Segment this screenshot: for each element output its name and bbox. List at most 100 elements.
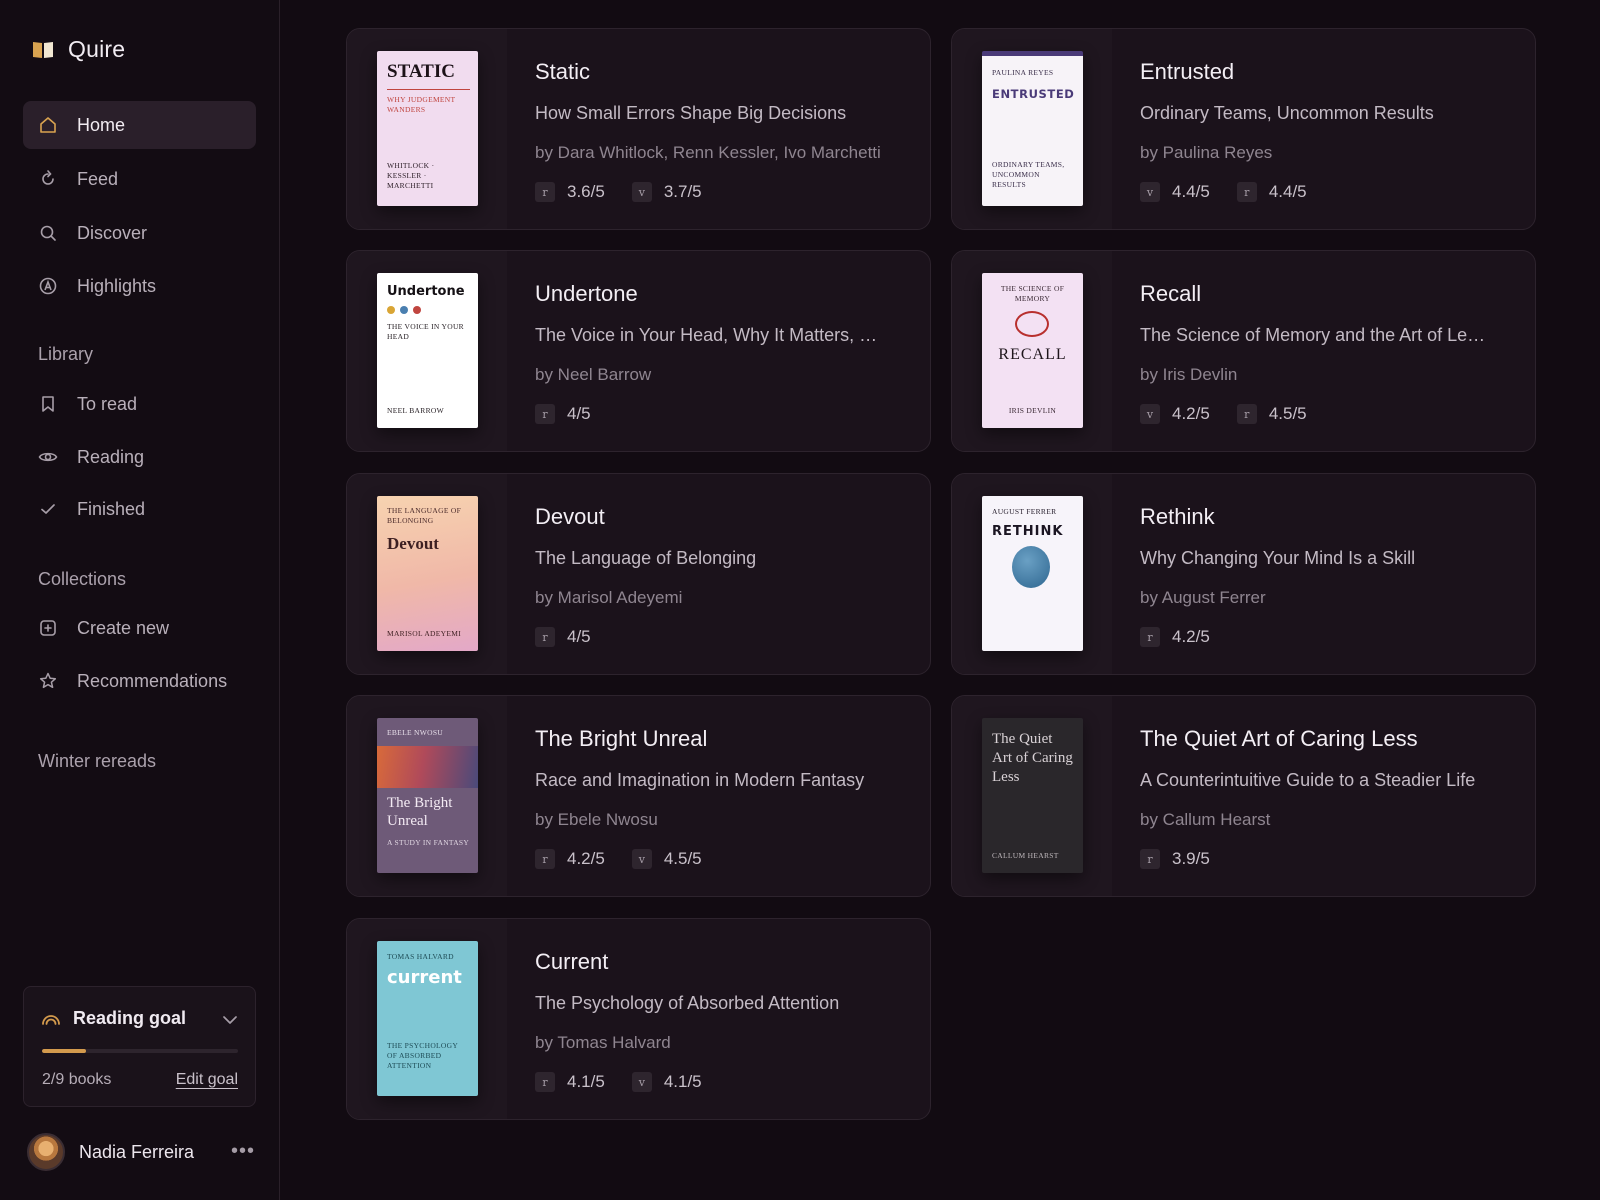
- book-card-quiet-art[interactable]: The Quiet Art of Caring Less CALLUM HEAR…: [951, 695, 1536, 897]
- nav-feed[interactable]: Feed: [23, 155, 256, 203]
- nav-highlights[interactable]: Highlights: [23, 262, 256, 310]
- book-cover: AUGUST FERRER RETHINK: [982, 496, 1083, 651]
- book-card-undertone[interactable]: Undertone THE VOICE IN YOUR HEAD NEEL BA…: [346, 250, 931, 452]
- search-icon: [40, 225, 56, 241]
- nav-label: To read: [77, 393, 138, 414]
- book-author: by August Ferrer: [1140, 588, 1266, 607]
- ratings: r 4.2/5: [1140, 627, 1210, 647]
- book-cover: TOMAS HALVARD current THE PSYCHOLOGY OF …: [377, 941, 478, 1096]
- gradient-band: [377, 746, 478, 788]
- colored-dots: [387, 306, 470, 314]
- nav-home[interactable]: Home: [23, 101, 256, 149]
- book-author: by Marisol Adeyemi: [535, 588, 683, 607]
- nav-label: Discover: [77, 222, 148, 243]
- book-subtitle: How Small Errors Shape Big Decisions: [535, 103, 847, 123]
- book-subtitle: The Science of Memory and the Art of Le…: [1140, 325, 1486, 345]
- book-subtitle: The Language of Belonging: [535, 548, 757, 568]
- book-card-devout[interactable]: THE LANGUAGE OF BELONGING Devout MARISOL…: [346, 473, 931, 675]
- nav-create-collection[interactable]: Create new: [23, 604, 256, 652]
- user-profile[interactable]: Nadia Ferreira •••: [27, 1132, 255, 1172]
- ratings: v 4.4/5 r 4.4/5: [1140, 182, 1307, 202]
- collections-heading: Collections: [38, 569, 127, 589]
- nav-reading[interactable]: Reading: [23, 433, 256, 481]
- edit-goal-link[interactable]: Edit goal: [176, 1071, 238, 1089]
- collection-winter-rereads[interactable]: Winter rereads: [38, 751, 156, 772]
- rating-source-icon: v: [1140, 182, 1160, 202]
- book-subtitle: Ordinary Teams, Uncommon Results: [1140, 103, 1434, 123]
- book-card-recall[interactable]: THE SCIENCE OF MEMORY RECALL IRIS DEVLIN…: [951, 250, 1536, 452]
- ratings: r 4.2/5 v 4.5/5: [535, 849, 702, 869]
- nav-label: Feed: [77, 168, 119, 189]
- sidebar: Quire Home Feed Discover Highlights Libr…: [0, 0, 280, 1200]
- nav-label: Highlights: [77, 275, 157, 296]
- book-author: by Ebele Nwosu: [535, 810, 658, 829]
- book-author: by Neel Barrow: [535, 365, 652, 384]
- book-card-bright-unreal[interactable]: EBELE NWOSU The Bright Unreal A STUDY IN…: [346, 695, 931, 897]
- blob-shape: [1012, 546, 1050, 588]
- book-subtitle: The Voice in Your Head, Why It Matters, …: [535, 325, 878, 345]
- rating-source-icon: v: [631, 849, 652, 869]
- rating-source-icon: v: [1140, 404, 1160, 424]
- book-title: Undertone: [535, 281, 638, 306]
- app-name: Quire: [68, 36, 126, 62]
- book-author: by Iris Devlin: [1140, 365, 1238, 384]
- brand[interactable]: Quire: [32, 36, 125, 63]
- rating-value: 4.4/5: [1172, 182, 1210, 201]
- rating-value: 3.6/5: [567, 182, 605, 201]
- book-title: Static: [535, 59, 591, 84]
- book-title: Recall: [1140, 281, 1202, 306]
- goal-count: 2/9 books: [42, 1071, 112, 1088]
- ratings: v 4.2/5 r 4.5/5: [1140, 404, 1307, 424]
- book-cover: THE LANGUAGE OF BELONGING Devout MARISOL…: [377, 496, 478, 651]
- nav-discover[interactable]: Discover: [23, 209, 256, 257]
- goal-progress-bar: [42, 1049, 238, 1053]
- nav-label: Recommendations: [77, 670, 228, 691]
- book-card-rethink[interactable]: AUGUST FERRER RETHINK Rethink Why Changi…: [951, 473, 1536, 675]
- chevron-down-icon[interactable]: [221, 1011, 239, 1029]
- avatar[interactable]: [27, 1133, 65, 1171]
- rating-source-icon: r: [535, 849, 555, 869]
- nav-label: Home: [77, 114, 126, 135]
- book-title: Current: [535, 949, 609, 974]
- rating-source-icon: r: [535, 182, 555, 202]
- rating-value: 4/5: [567, 404, 591, 423]
- user-name: Nadia Ferreira: [79, 1141, 195, 1162]
- nav-to-read[interactable]: To read: [23, 380, 256, 428]
- refresh-icon: [42, 170, 54, 185]
- rating-value: 4.1/5: [567, 1072, 605, 1091]
- ratings: r 3.6/5 v 3.7/5: [535, 182, 702, 202]
- nav-label: Finished: [77, 498, 146, 519]
- book-title: Rethink: [1140, 504, 1215, 529]
- rating-value: 3.7/5: [663, 182, 702, 201]
- highlight-icon: [39, 277, 57, 295]
- ratings: r 3.9/5: [1140, 849, 1210, 869]
- book-title: The Quiet Art of Caring Less: [1140, 726, 1418, 751]
- rainbow-icon: [42, 1014, 60, 1025]
- book-cover: STATIC WHY JUDGEMENT WANDERS WHITLOCK · …: [377, 51, 478, 206]
- rating-source-icon: r: [1140, 627, 1160, 647]
- plus-square-icon: [40, 620, 56, 636]
- book-cover: EBELE NWOSU The Bright Unreal A STUDY IN…: [377, 718, 478, 873]
- rating-value: 4.5/5: [1268, 404, 1307, 423]
- book-title: The Bright Unreal: [535, 726, 708, 751]
- book-card-entrusted[interactable]: PAULINA REYES ENTRUSTED ORDINARY TEAMS, …: [951, 28, 1536, 230]
- more-options-button[interactable]: •••: [231, 1140, 255, 1163]
- rating-value: 4.5/5: [663, 849, 702, 868]
- nav-label: Reading: [77, 446, 145, 467]
- book-card-static[interactable]: STATIC WHY JUDGEMENT WANDERS WHITLOCK · …: [346, 28, 931, 230]
- bookmark-icon: [42, 396, 54, 412]
- rating-source-icon: r: [535, 404, 555, 424]
- book-card-current[interactable]: TOMAS HALVARD current THE PSYCHOLOGY OF …: [346, 918, 931, 1120]
- rating-source-icon: r: [535, 1072, 555, 1092]
- rating-source-icon: v: [631, 182, 652, 202]
- nav-recommendations[interactable]: Recommendations: [23, 657, 256, 705]
- goal-progress-fill: [42, 1049, 86, 1053]
- book-subtitle: Race and Imagination in Modern Fantasy: [535, 770, 865, 790]
- nav-finished[interactable]: Finished: [23, 485, 256, 533]
- book-author: by Callum Hearst: [1140, 810, 1271, 829]
- rating-source-icon: r: [1140, 849, 1160, 869]
- check-icon: [41, 504, 55, 514]
- rating-value: 4.4/5: [1268, 182, 1307, 201]
- book-title: Entrusted: [1140, 59, 1235, 84]
- home-icon: [40, 117, 56, 133]
